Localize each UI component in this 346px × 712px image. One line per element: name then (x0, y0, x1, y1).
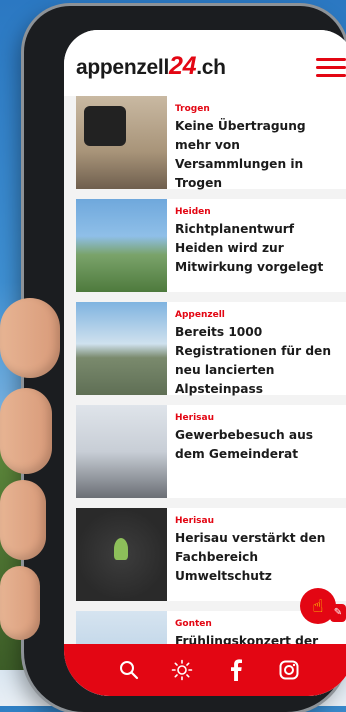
hand-finger (0, 298, 60, 378)
logo-text-a: appenzell (76, 56, 169, 79)
article-location: Herisau (175, 413, 214, 423)
hamburger-menu-icon[interactable] (316, 58, 346, 78)
article-location: Appenzell (175, 310, 225, 320)
article-title: Keine Übertragung mehr von Versammlungen… (175, 119, 306, 190)
article-thumbnail (76, 199, 167, 292)
article-title: Bereits 1000 Registrationen für den neu … (175, 325, 332, 396)
article-title: Gewerbebesuch aus dem Gemeinderat (175, 428, 314, 461)
article-title: Richtplanentwurf Heiden wird zur Mitwirk… (175, 222, 324, 274)
sun-icon[interactable] (171, 659, 193, 681)
bottom-navigation (64, 644, 346, 696)
article-card[interactable]: Trogen Keine Übertragung mehr von Versam… (76, 96, 346, 190)
article-location: Herisau (175, 516, 214, 526)
search-icon[interactable] (118, 659, 140, 681)
article-thumbnail (76, 508, 167, 601)
facebook-icon[interactable] (225, 659, 247, 681)
article-location: Heiden (175, 207, 211, 217)
article-card[interactable]: Herisau Gewerbebesuch aus dem Gemeindera… (76, 405, 346, 498)
site-header: appenzell24.ch (64, 30, 346, 96)
feedback-badge-icon[interactable]: ✎ (330, 604, 346, 622)
article-card[interactable]: Heiden Richtplanentwurf Heiden wird zur … (76, 199, 346, 292)
site-logo[interactable]: appenzell24.ch (76, 52, 226, 81)
instagram-icon[interactable] (278, 659, 300, 681)
article-location: Trogen (175, 104, 210, 114)
article-thumbnail (76, 96, 167, 189)
article-thumbnail (76, 302, 167, 395)
article-thumbnail (76, 405, 167, 498)
phone-frame: appenzell24.ch Trogen Keine Übertragung … (24, 6, 346, 712)
logo-text-b: .ch (196, 56, 226, 79)
article-title: Herisau verstärkt den Fachbereich Umwelt… (175, 531, 326, 583)
phone-screen: appenzell24.ch Trogen Keine Übertragung … (64, 30, 346, 696)
article-card[interactable]: Appenzell Bereits 1000 Registrationen fü… (76, 302, 346, 396)
hand-finger (0, 480, 46, 560)
hand-finger (0, 566, 40, 640)
hand-finger (0, 388, 52, 474)
logo-text-num: 24 (169, 52, 197, 80)
article-card[interactable]: Herisau Herisau verstärkt den Fachbereic… (76, 508, 346, 601)
